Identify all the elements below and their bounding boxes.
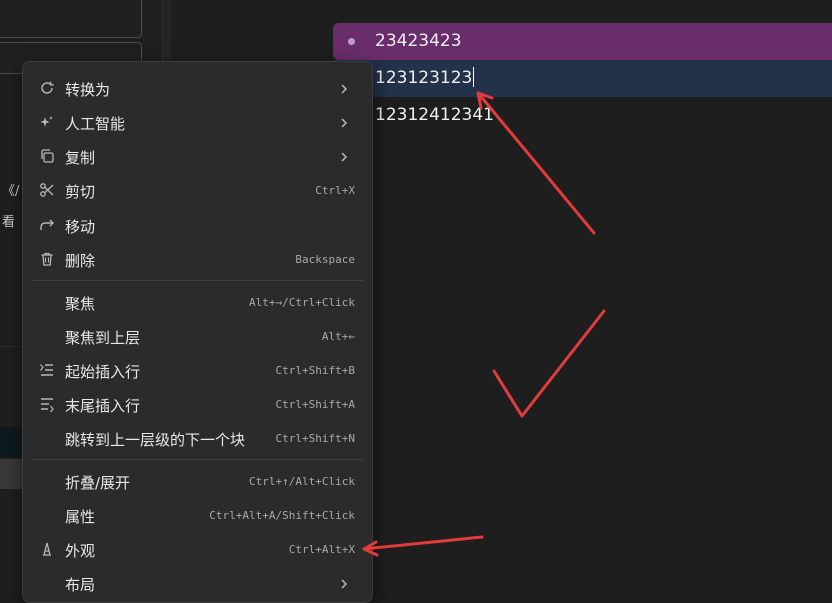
menu-item-cut[interactable]: 剪切 Ctrl+X <box>31 173 364 207</box>
menu-item-label: 复制 <box>65 149 96 167</box>
text-caret <box>473 66 475 87</box>
chevron-right-icon <box>338 576 350 590</box>
menu-separator <box>31 280 364 281</box>
menu-item-label: 末尾插入行 <box>65 397 141 415</box>
menu-item-label: 跳转到上一层级的下一个块 <box>65 431 246 449</box>
sidebar-card[interactable] <box>0 0 142 38</box>
menu-separator <box>31 459 364 460</box>
menu-item-ai[interactable]: 人工智能 <box>31 105 364 139</box>
menu-item-shortcut: Ctrl+Shift+N <box>275 432 355 445</box>
menu-item-label: 聚焦 <box>65 295 96 313</box>
menu-item-label: 移动 <box>65 218 96 236</box>
menu-item-label: 剪切 <box>65 183 96 201</box>
sparkle-icon <box>39 114 55 130</box>
menu-item-focus[interactable]: 聚焦 Alt+→/Ctrl+Click <box>31 285 364 319</box>
menu-item-layout[interactable]: 布局 <box>31 566 364 600</box>
insert-after-icon <box>39 396 55 412</box>
menu-item-shortcut: Ctrl+Alt+A/Shift+Click <box>209 509 355 522</box>
editor-block[interactable]: 12312412341 <box>333 97 832 134</box>
menu-item-label: 外观 <box>65 542 96 560</box>
menu-item-label: 转换为 <box>65 81 111 99</box>
block-text[interactable]: 123123123 <box>375 68 472 88</box>
menu-item-shortcut: Alt+← <box>321 330 355 343</box>
editor-block[interactable]: 123123123 <box>333 60 832 97</box>
menu-item-label: 属性 <box>65 508 96 526</box>
menu-item-delete[interactable]: 删除 Backspace <box>31 242 364 276</box>
menu-item-insert-before[interactable]: 起始插入行 Ctrl+Shift+B <box>31 353 364 387</box>
menu-item-fold-expand[interactable]: 折叠/展开 Ctrl+↑/Alt+Click <box>31 464 364 498</box>
block-text[interactable]: 12312412341 <box>375 97 494 134</box>
menu-item-shortcut: Ctrl+Shift+B <box>275 364 355 377</box>
trash-icon <box>39 251 55 267</box>
editor-block[interactable]: 23423423 <box>333 23 832 60</box>
move-arrow-icon <box>39 217 55 233</box>
chevron-right-icon <box>338 115 350 129</box>
menu-item-appearance[interactable]: 外观 Ctrl+Alt+X <box>31 532 364 566</box>
menu-item-jump-next-parent[interactable]: 跳转到上一层级的下一个块 Ctrl+Shift+N <box>31 421 364 455</box>
menu-item-convert[interactable]: 转换为 <box>31 71 364 105</box>
menu-item-shortcut: Alt+→/Ctrl+Click <box>249 296 355 309</box>
menu-item-label: 聚焦到上层 <box>65 329 141 347</box>
block-text[interactable]: 23423423 <box>375 23 462 60</box>
menu-item-label: 折叠/展开 <box>65 474 131 492</box>
annotation-checkmark <box>492 309 606 418</box>
menu-item-focus-parent[interactable]: 聚焦到上层 Alt+← <box>31 319 364 353</box>
menu-item-shortcut: Ctrl+↑/Alt+Click <box>249 475 355 488</box>
menu-item-label: 删除 <box>65 252 96 270</box>
block-text-editing[interactable]: 123123123 <box>375 60 475 97</box>
menu-item-move[interactable]: 移动 <box>31 208 364 242</box>
insert-before-icon <box>39 362 55 378</box>
menu-item-shortcut: Ctrl+Shift+A <box>275 398 355 411</box>
menu-item-shortcut: Ctrl+X <box>315 184 355 197</box>
menu-item-copy[interactable]: 复制 <box>31 139 364 173</box>
scissors-icon <box>39 182 55 198</box>
bullet-icon[interactable] <box>348 38 355 45</box>
chevron-right-icon <box>338 81 350 95</box>
menu-item-attributes[interactable]: 属性 Ctrl+Alt+A/Shift+Click <box>31 498 364 532</box>
menu-item-shortcut: Ctrl+Alt+X <box>288 543 355 556</box>
menu-item-insert-after[interactable]: 末尾插入行 Ctrl+Shift+A <box>31 387 364 421</box>
sidebar-text-fragment: 看 <box>2 215 16 230</box>
appearance-icon <box>39 541 55 557</box>
refresh-icon <box>39 80 55 96</box>
copy-icon <box>39 148 55 164</box>
menu-item-shortcut: Backspace <box>295 253 355 266</box>
menu-item-label: 人工智能 <box>65 115 126 133</box>
menu-item-label: 起始插入行 <box>65 363 141 381</box>
chevron-right-icon <box>338 149 350 163</box>
annotation-arrow-to-appearance <box>362 535 484 551</box>
sidebar-text-fragment: 《/ <box>2 184 20 199</box>
context-menu: 转换为 人工智能 复制 剪切 Ctrl+X 移动 删除 Backspace 聚焦… <box>22 61 373 603</box>
